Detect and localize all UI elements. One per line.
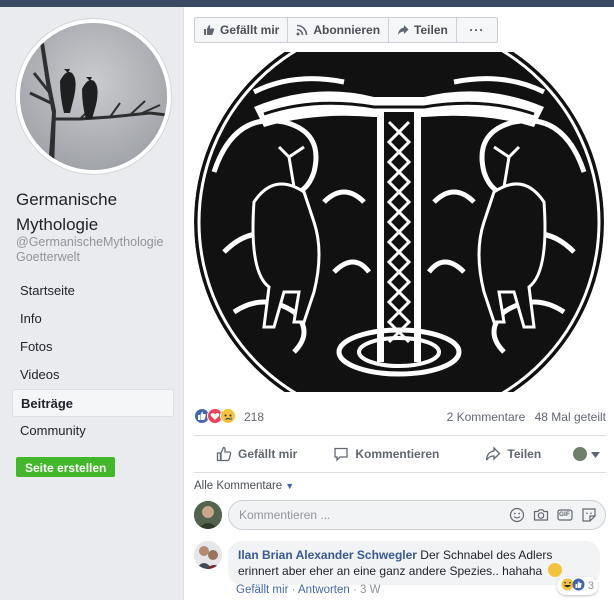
commenter-avatar[interactable] (194, 541, 222, 569)
ravens-image (20, 23, 167, 170)
rss-icon (296, 24, 308, 36)
nav-item-community[interactable]: Community (12, 417, 174, 445)
page-like-label: Gefällt mir (220, 23, 280, 37)
page-action-bar: Gefällt mir Abonnieren Teilen ··· (194, 17, 498, 43)
gif-label: GIF (559, 511, 570, 518)
comment-reaction-count: 3 (587, 580, 594, 592)
more-options-button[interactable]: ··· (455, 17, 498, 43)
chevron-down-icon (591, 447, 600, 461)
follow-button[interactable]: Abonnieren (287, 17, 390, 43)
emoji-icon[interactable] (509, 507, 525, 523)
comment-reply-link[interactable]: Antworten (298, 584, 350, 596)
page-username-line1: @GermanischeMythologie (16, 235, 164, 249)
sad-reaction-icon (220, 408, 236, 427)
share-arrow-icon (397, 24, 409, 36)
page-title-line1: Germanische (16, 190, 118, 209)
post-action-row: Gefällt mir Kommentieren Teilen (194, 439, 606, 469)
post-image[interactable] (194, 52, 614, 392)
separator-dot: · (353, 584, 357, 596)
post-stats: 2 Kommentare 48 Mal geteilt (441, 410, 606, 424)
divider (194, 472, 606, 473)
top-bar (0, 0, 614, 7)
speech-bubble-icon (333, 446, 349, 462)
follow-label: Abonnieren (313, 23, 381, 37)
comment-text-line2: erinnert aber eher an eine ganz andere S… (238, 564, 543, 578)
post-comment-button[interactable]: Kommentieren (333, 446, 439, 462)
post-like-button[interactable]: Gefällt mir (216, 446, 297, 462)
comment-reactions-badge[interactable]: 3 (556, 577, 598, 595)
page-like-button[interactable]: Gefällt mir (194, 17, 289, 43)
page-title-line2: Mythologie (16, 215, 99, 234)
separator-dot: · (291, 584, 296, 596)
knotwork-illustration (194, 52, 604, 392)
share-outline-icon (485, 446, 501, 462)
laughing-emoji-icon (547, 563, 562, 577)
page-nav: Startseite Info Fotos Videos Beiträge Co… (12, 277, 174, 445)
sidebar: Germanische Mythologie @GermanischeMytho… (0, 7, 183, 600)
page-username-line2: Goetterwelt (16, 250, 80, 264)
caret-down-icon: ▼ (285, 481, 295, 491)
reactions-summary: 218 2 Kommentare 48 Mal geteilt (194, 407, 606, 427)
sticker-icon[interactable] (581, 507, 597, 523)
comment-actions: Gefällt mir · Antworten · 3 W (236, 584, 381, 596)
page-title[interactable]: Germanische Mythologie (16, 187, 181, 237)
composer-tools: GIF (501, 507, 597, 523)
gif-icon[interactable]: GIF (557, 507, 573, 523)
comment-like-link[interactable]: Gefällt mir (236, 584, 288, 596)
comment-filter-dropdown[interactable]: Alle Kommentare ▼ (194, 480, 294, 492)
page-username[interactable]: @GermanischeMythologie Goetterwelt (16, 235, 183, 265)
small-avatar (573, 447, 587, 461)
post-comment-label: Kommentieren (355, 447, 440, 461)
reactions-count[interactable]: 218 (244, 410, 264, 424)
post-share-label: Teilen (507, 447, 542, 461)
comments-count[interactable]: 2 Kommentare (447, 410, 526, 424)
create-page-button[interactable]: Seite erstellen (16, 457, 116, 477)
page-share-label: Teilen (414, 23, 448, 37)
current-user-avatar[interactable] (194, 501, 222, 529)
post-share-button[interactable]: Teilen (485, 446, 541, 462)
nav-item-beitraege[interactable]: Beiträge (12, 389, 174, 417)
shares-count[interactable]: 48 Mal geteilt (535, 410, 606, 424)
comment-input-wrapper: GIF (228, 500, 606, 530)
nav-item-videos[interactable]: Videos (12, 361, 174, 389)
comment-composer: GIF (194, 500, 606, 530)
comment-item: Ilan Brian Alexander Schwegler Der Schna… (194, 541, 606, 600)
page-profile-picture[interactable] (16, 19, 171, 174)
post-as-selector[interactable] (573, 447, 600, 461)
page-share-button[interactable]: Teilen (388, 17, 457, 43)
main-content: Gefällt mir Abonnieren Teilen ··· 218 2 … (183, 7, 614, 600)
like-reaction-small-icon (572, 578, 585, 594)
comment-text-line1: Der Schnabel des Adlers (420, 548, 553, 562)
comment-filter-label: Alle Kommentare (194, 480, 283, 492)
comment-input[interactable] (239, 508, 489, 522)
comment-timestamp[interactable]: 3 W (360, 584, 380, 596)
thumbs-up-icon (203, 24, 215, 36)
comment-author[interactable]: Ilan Brian Alexander Schwegler (238, 548, 417, 562)
reaction-icons[interactable] (194, 408, 236, 427)
divider (194, 435, 606, 436)
thumbs-up-outline-icon (216, 446, 232, 462)
nav-item-info[interactable]: Info (12, 305, 174, 333)
comment-bubble: Ilan Brian Alexander Schwegler Der Schna… (228, 541, 600, 585)
camera-icon[interactable] (533, 507, 549, 523)
nav-item-fotos[interactable]: Fotos (12, 333, 174, 361)
nav-item-startseite[interactable]: Startseite (12, 277, 174, 305)
post-like-label: Gefällt mir (238, 447, 298, 461)
